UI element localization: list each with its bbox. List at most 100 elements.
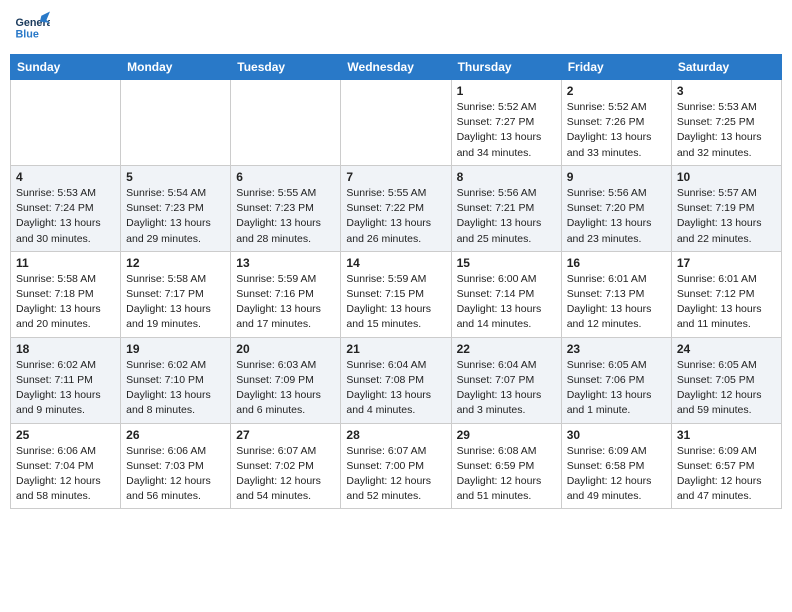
day-number: 17 [677, 256, 776, 270]
day-info: Sunrise: 6:03 AM Sunset: 7:09 PM Dayligh… [236, 358, 335, 419]
calendar-cell: 15 Sunrise: 6:00 AM Sunset: 7:14 PM Dayli… [451, 251, 561, 337]
calendar-cell: 20 Sunrise: 6:03 AM Sunset: 7:09 PM Dayli… [231, 337, 341, 423]
day-number: 27 [236, 428, 335, 442]
day-number: 31 [677, 428, 776, 442]
day-number: 12 [126, 256, 225, 270]
day-number: 28 [346, 428, 445, 442]
calendar-week: 1Sunrise: 5:52 AM Sunset: 7:27 PM Daylig… [11, 80, 782, 166]
day-number: 18 [16, 342, 115, 356]
calendar-cell [341, 80, 451, 166]
calendar-cell: 30Sunrise: 6:09 AM Sunset: 6:58 PM Dayli… [561, 423, 671, 509]
day-number: 24 [677, 342, 776, 356]
calendar-cell: 26 Sunrise: 6:06 AM Sunset: 7:03 PM Dayli… [121, 423, 231, 509]
header-day: Monday [121, 55, 231, 80]
day-info: Sunrise: 5:52 AM Sunset: 7:27 PM Dayligh… [457, 100, 556, 161]
day-number: 5 [126, 170, 225, 184]
day-number: 14 [346, 256, 445, 270]
calendar-cell: 31 Sunrise: 6:09 AM Sunset: 6:57 PM Dayli… [671, 423, 781, 509]
calendar-week: 11 Sunrise: 5:58 AM Sunset: 7:18 PM Dayli… [11, 251, 782, 337]
header-day: Friday [561, 55, 671, 80]
day-number: 21 [346, 342, 445, 356]
day-number: 10 [677, 170, 776, 184]
calendar-week: 18 Sunrise: 6:02 AM Sunset: 7:11 PM Dayli… [11, 337, 782, 423]
day-info: Sunrise: 6:08 AM Sunset: 6:59 PM Dayligh… [457, 444, 556, 505]
day-number: 23 [567, 342, 666, 356]
day-info: Sunrise: 6:00 AM Sunset: 7:14 PM Dayligh… [457, 272, 556, 333]
calendar-cell: 4Sunrise: 5:53 AM Sunset: 7:24 PM Daylig… [11, 165, 121, 251]
day-number: 2 [567, 84, 666, 98]
calendar-body: 1Sunrise: 5:52 AM Sunset: 7:27 PM Daylig… [11, 80, 782, 509]
day-info: Sunrise: 6:09 AM Sunset: 6:57 PM Dayligh… [677, 444, 776, 505]
day-info: Sunrise: 6:04 AM Sunset: 7:07 PM Dayligh… [457, 358, 556, 419]
calendar-cell: 7Sunrise: 5:55 AM Sunset: 7:22 PM Daylig… [341, 165, 451, 251]
day-number: 16 [567, 256, 666, 270]
day-info: Sunrise: 5:56 AM Sunset: 7:21 PM Dayligh… [457, 186, 556, 247]
calendar-cell [121, 80, 231, 166]
day-info: Sunrise: 5:59 AM Sunset: 7:16 PM Dayligh… [236, 272, 335, 333]
header-day: Wednesday [341, 55, 451, 80]
calendar-cell: 1Sunrise: 5:52 AM Sunset: 7:27 PM Daylig… [451, 80, 561, 166]
calendar-cell: 17Sunrise: 6:01 AM Sunset: 7:12 PM Dayli… [671, 251, 781, 337]
calendar-cell: 21 Sunrise: 6:04 AM Sunset: 7:08 PM Dayli… [341, 337, 451, 423]
calendar-header: SundayMondayTuesdayWednesdayThursdayFrid… [11, 55, 782, 80]
day-number: 22 [457, 342, 556, 356]
day-number: 29 [457, 428, 556, 442]
calendar-cell: 11 Sunrise: 5:58 AM Sunset: 7:18 PM Dayli… [11, 251, 121, 337]
day-info: Sunrise: 6:05 AM Sunset: 7:05 PM Dayligh… [677, 358, 776, 419]
calendar-cell: 13 Sunrise: 5:59 AM Sunset: 7:16 PM Dayli… [231, 251, 341, 337]
day-info: Sunrise: 6:01 AM Sunset: 7:13 PM Dayligh… [567, 272, 666, 333]
calendar-cell: 12Sunrise: 5:58 AM Sunset: 7:17 PM Dayli… [121, 251, 231, 337]
day-info: Sunrise: 6:06 AM Sunset: 7:03 PM Dayligh… [126, 444, 225, 505]
calendar-cell: 25 Sunrise: 6:06 AM Sunset: 7:04 PM Dayli… [11, 423, 121, 509]
calendar-cell: 9 Sunrise: 5:56 AM Sunset: 7:20 PM Daylig… [561, 165, 671, 251]
logo-icon: General Blue [14, 10, 50, 46]
day-number: 11 [16, 256, 115, 270]
calendar-week: 25 Sunrise: 6:06 AM Sunset: 7:04 PM Dayli… [11, 423, 782, 509]
day-number: 3 [677, 84, 776, 98]
calendar-cell: 27 Sunrise: 6:07 AM Sunset: 7:02 PM Dayli… [231, 423, 341, 509]
day-number: 20 [236, 342, 335, 356]
day-info: Sunrise: 5:52 AM Sunset: 7:26 PM Dayligh… [567, 100, 666, 161]
day-info: Sunrise: 5:53 AM Sunset: 7:24 PM Dayligh… [16, 186, 115, 247]
calendar-cell [11, 80, 121, 166]
day-info: Sunrise: 5:57 AM Sunset: 7:19 PM Dayligh… [677, 186, 776, 247]
day-info: Sunrise: 5:55 AM Sunset: 7:23 PM Dayligh… [236, 186, 335, 247]
calendar-cell: 3 Sunrise: 5:53 AM Sunset: 7:25 PM Daylig… [671, 80, 781, 166]
calendar-cell: 6 Sunrise: 5:55 AM Sunset: 7:23 PM Daylig… [231, 165, 341, 251]
day-number: 25 [16, 428, 115, 442]
day-info: Sunrise: 6:04 AM Sunset: 7:08 PM Dayligh… [346, 358, 445, 419]
day-info: Sunrise: 6:07 AM Sunset: 7:02 PM Dayligh… [236, 444, 335, 505]
day-info: Sunrise: 6:06 AM Sunset: 7:04 PM Dayligh… [16, 444, 115, 505]
calendar-cell [231, 80, 341, 166]
day-info: Sunrise: 5:56 AM Sunset: 7:20 PM Dayligh… [567, 186, 666, 247]
svg-text:Blue: Blue [15, 28, 38, 40]
calendar-cell: 10 Sunrise: 5:57 AM Sunset: 7:19 PM Dayli… [671, 165, 781, 251]
day-info: Sunrise: 5:53 AM Sunset: 7:25 PM Dayligh… [677, 100, 776, 161]
day-number: 8 [457, 170, 556, 184]
header-row: SundayMondayTuesdayWednesdayThursdayFrid… [11, 55, 782, 80]
day-info: Sunrise: 6:07 AM Sunset: 7:00 PM Dayligh… [346, 444, 445, 505]
day-info: Sunrise: 6:02 AM Sunset: 7:10 PM Dayligh… [126, 358, 225, 419]
calendar-cell: 14 Sunrise: 5:59 AM Sunset: 7:15 PM Dayli… [341, 251, 451, 337]
header-day: Tuesday [231, 55, 341, 80]
day-number: 6 [236, 170, 335, 184]
calendar-week: 4Sunrise: 5:53 AM Sunset: 7:24 PM Daylig… [11, 165, 782, 251]
day-info: Sunrise: 6:02 AM Sunset: 7:11 PM Dayligh… [16, 358, 115, 419]
logo: General Blue [14, 10, 50, 46]
calendar-cell: 8 Sunrise: 5:56 AM Sunset: 7:21 PM Daylig… [451, 165, 561, 251]
day-info: Sunrise: 5:59 AM Sunset: 7:15 PM Dayligh… [346, 272, 445, 333]
calendar-cell: 5Sunrise: 5:54 AM Sunset: 7:23 PM Daylig… [121, 165, 231, 251]
calendar-cell: 28 Sunrise: 6:07 AM Sunset: 7:00 PM Dayli… [341, 423, 451, 509]
day-number: 15 [457, 256, 556, 270]
calendar-cell: 2 Sunrise: 5:52 AM Sunset: 7:26 PM Daylig… [561, 80, 671, 166]
day-info: Sunrise: 5:58 AM Sunset: 7:18 PM Dayligh… [16, 272, 115, 333]
page-header: General Blue [10, 10, 782, 46]
calendar-cell: 16 Sunrise: 6:01 AM Sunset: 7:13 PM Dayli… [561, 251, 671, 337]
calendar-cell: 24 Sunrise: 6:05 AM Sunset: 7:05 PM Dayli… [671, 337, 781, 423]
header-day: Sunday [11, 55, 121, 80]
day-number: 9 [567, 170, 666, 184]
day-number: 13 [236, 256, 335, 270]
header-day: Thursday [451, 55, 561, 80]
day-number: 26 [126, 428, 225, 442]
day-number: 7 [346, 170, 445, 184]
